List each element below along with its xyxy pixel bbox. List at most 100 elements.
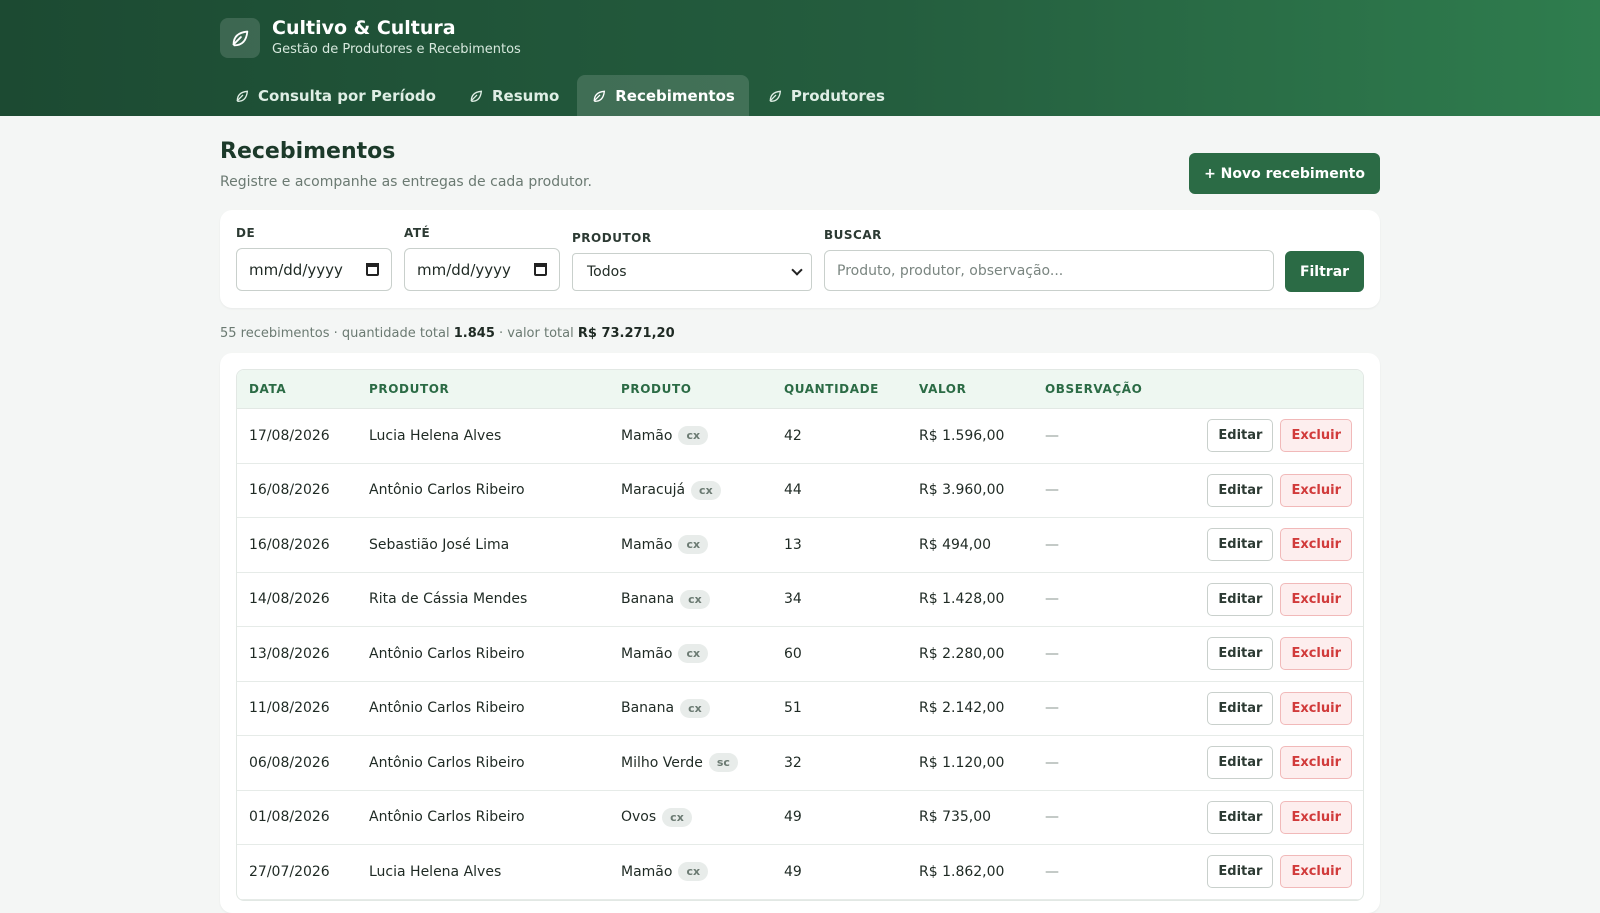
edit-button[interactable]: Editar — [1207, 637, 1274, 671]
unit-badge: cx — [678, 644, 709, 664]
row-actions: Editar Excluir — [1207, 845, 1352, 899]
produto-name: Banana — [621, 591, 675, 608]
edit-button[interactable]: Editar — [1207, 746, 1274, 780]
header-produtor: PRODUTOR — [369, 382, 450, 396]
edit-button[interactable]: Editar — [1207, 528, 1274, 562]
produto-name: Milho Verde — [621, 754, 703, 771]
delete-button[interactable]: Excluir — [1280, 582, 1352, 616]
tab-produtores[interactable]: Produtores — [753, 75, 899, 116]
summary-count: 55 recebimentos · quantidade total — [220, 326, 450, 341]
produtor-select[interactable]: Todos — [572, 253, 812, 291]
app-header: Cultivo & Cultura Gestão de Produtores e… — [0, 0, 1600, 116]
app-title: Cultivo & Cultura — [272, 17, 456, 39]
cell-produtor: Rita de Cássia Mendes — [369, 591, 528, 608]
cell-quantidade: 49 — [784, 863, 802, 880]
new-recebimento-button[interactable]: + Novo recebimento — [1189, 153, 1380, 194]
ate-date-input[interactable]: mm/dd/yyyy — [404, 248, 560, 291]
tab-consulta-por-periodo[interactable]: Consulta por Período — [220, 75, 450, 116]
produto-name: Mamão — [621, 427, 673, 444]
unit-badge: cx — [680, 698, 710, 718]
table-row: 27/07/2026 Lucia Helena Alves Mamão cx 49 R$ … — [237, 845, 1363, 900]
delete-button[interactable]: Excluir — [1280, 691, 1352, 725]
cell-valor: R$ 1.120,00 — [919, 754, 1005, 771]
summary-quantity-total: 1.845 — [453, 326, 495, 341]
cell-data: 17/08/2026 — [249, 427, 330, 444]
search-input[interactable]: Produto, produtor, observação... — [824, 250, 1274, 291]
row-actions: Editar Excluir — [1207, 518, 1352, 572]
cell-observacao: — — [1045, 754, 1059, 771]
cell-observacao: — — [1045, 809, 1059, 826]
row-actions: Editar Excluir — [1207, 736, 1352, 790]
delete-button[interactable]: Excluir — [1280, 637, 1352, 671]
delete-button[interactable]: Excluir — [1280, 800, 1352, 834]
cell-data: 27/07/2026 — [249, 863, 330, 880]
produtor-label: PRODUTOR — [572, 231, 652, 245]
cell-valor: R$ 494,00 — [919, 536, 992, 553]
delete-button[interactable]: Excluir — [1280, 855, 1352, 889]
app-subtitle: Gestão de Produtores e Recebimentos — [272, 42, 521, 57]
cell-observacao: — — [1045, 482, 1059, 499]
de-date-input[interactable]: mm/dd/yyyy — [236, 248, 392, 291]
header-observacao: OBSERVAÇÃO — [1045, 382, 1143, 396]
cell-observacao: — — [1045, 536, 1059, 553]
filter-button[interactable]: Filtrar — [1285, 251, 1364, 292]
cell-produto: Mamão cx — [621, 627, 709, 681]
cell-produtor: Lucia Helena Alves — [369, 427, 502, 444]
edit-button[interactable]: Editar — [1207, 800, 1274, 834]
produto-name: Banana — [621, 700, 675, 717]
cell-valor: R$ 1.596,00 — [919, 427, 1005, 444]
leaf-icon — [769, 90, 781, 102]
delete-button[interactable]: Excluir — [1280, 746, 1352, 780]
page-header: Recebimentos Registre e acompanhe as ent… — [220, 138, 1380, 194]
table-row: 01/08/2026 Antônio Carlos Ribeiro Ovos cx 49… — [237, 791, 1363, 845]
table-header: DATA PRODUTOR PRODUTO QUANTIDADE VALOR O… — [237, 370, 1363, 409]
cell-produtor: Antônio Carlos Ribeiro — [369, 754, 525, 771]
ate-label: ATÉ — [404, 226, 431, 240]
cell-quantidade: 32 — [784, 754, 802, 771]
cell-produtor: Sebastião José Lima — [369, 536, 510, 553]
edit-button[interactable]: Editar — [1207, 691, 1274, 725]
delete-button[interactable]: Excluir — [1280, 473, 1352, 507]
de-field: DE mm/dd/yyyy — [236, 226, 392, 291]
row-actions: Editar Excluir — [1207, 409, 1352, 463]
de-label: DE — [236, 226, 256, 240]
cell-data: 06/08/2026 — [249, 754, 330, 771]
cell-observacao: — — [1045, 591, 1059, 608]
cell-valor: R$ 2.142,00 — [919, 700, 1005, 717]
edit-button[interactable]: Editar — [1207, 419, 1274, 453]
cell-data: 14/08/2026 — [249, 591, 330, 608]
cell-data: 01/08/2026 — [249, 809, 330, 826]
cell-valor: R$ 3.960,00 — [919, 482, 1005, 499]
calendar-icon[interactable] — [366, 263, 379, 276]
cell-observacao: — — [1045, 645, 1059, 662]
cell-produto: Milho Verde sc — [621, 736, 738, 790]
delete-button[interactable]: Excluir — [1280, 528, 1352, 562]
cell-produto: Banana cx — [621, 573, 710, 627]
delete-button[interactable]: Excluir — [1280, 419, 1352, 453]
cell-valor: R$ 1.862,00 — [919, 863, 1005, 880]
tab-recebimentos[interactable]: Recebimentos — [577, 75, 749, 116]
main-tabs: Consulta por Período Resumo Recebimentos… — [220, 75, 903, 116]
edit-button[interactable]: Editar — [1207, 473, 1274, 507]
calendar-icon[interactable] — [534, 263, 547, 276]
tab-resumo[interactable]: Resumo — [454, 75, 573, 116]
row-actions: Editar Excluir — [1207, 682, 1352, 736]
produtor-field: PRODUTOR Todos — [572, 231, 812, 291]
tab-label: Resumo — [491, 86, 560, 105]
cell-valor: R$ 2.280,00 — [919, 645, 1005, 662]
unit-badge: cx — [662, 807, 692, 827]
edit-button[interactable]: Editar — [1207, 855, 1274, 889]
row-actions: Editar Excluir — [1207, 791, 1352, 845]
cell-produto: Mamão cx — [621, 518, 709, 572]
leaf-icon — [220, 17, 260, 58]
row-actions: Editar Excluir — [1207, 464, 1352, 518]
tab-label: Consulta por Período — [258, 86, 436, 105]
edit-button[interactable]: Editar — [1207, 582, 1274, 616]
cell-produto: Ovos cx — [621, 791, 692, 845]
unit-badge: cx — [678, 535, 709, 555]
search-placeholder: Produto, produtor, observação... — [837, 262, 1064, 279]
buscar-label: BUSCAR — [824, 228, 882, 242]
table-row: 16/08/2026 Sebastião José Lima Mamão cx 13 R$… — [237, 518, 1363, 573]
table-row: 11/08/2026 Antônio Carlos Ribeiro Banana cx… — [237, 682, 1363, 736]
cell-produto: Mamão cx — [621, 845, 709, 899]
